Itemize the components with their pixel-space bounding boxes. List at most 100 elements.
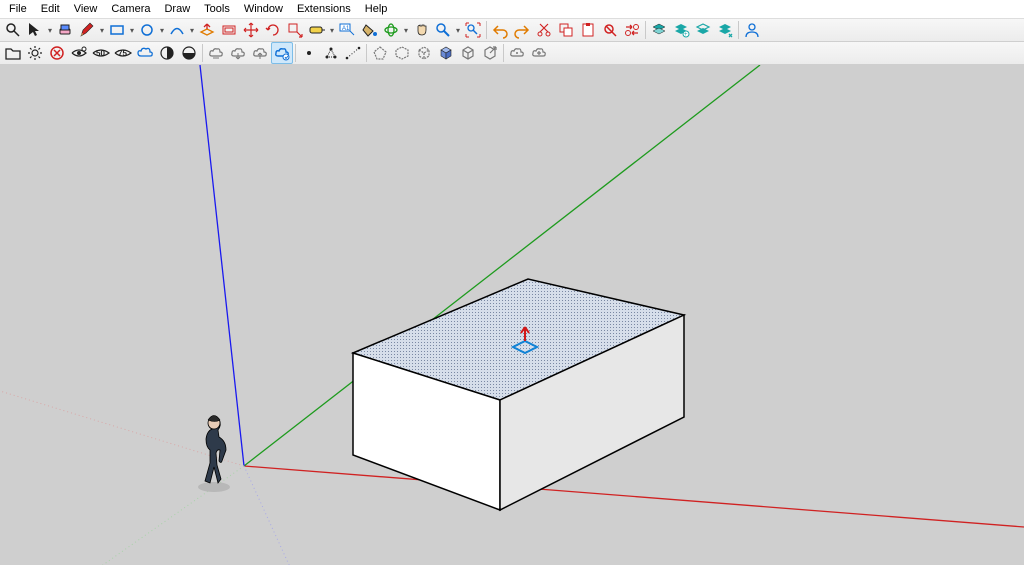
layers-c-button[interactable]: [692, 19, 714, 41]
cloud-2-button[interactable]: [227, 42, 249, 64]
arrow-box-button[interactable]: [479, 42, 501, 64]
offset-button[interactable]: [218, 19, 240, 41]
main-toolbar: ▾▾▾▾▾▾A1▾▾+: [0, 18, 1024, 42]
orbit-button[interactable]: [380, 19, 402, 41]
menu-extensions[interactable]: Extensions: [290, 2, 358, 16]
paint-bucket-button[interactable]: [358, 19, 380, 41]
dropdown-arrow-icon[interactable]: ▾: [402, 26, 410, 35]
cloud-b-icon: [530, 44, 548, 62]
axis-y-neg: [100, 466, 244, 565]
dot-button[interactable]: [298, 42, 320, 64]
arc-icon: [168, 21, 186, 39]
circle-button[interactable]: [136, 19, 158, 41]
dropdown-arrow-icon[interactable]: ▾: [188, 26, 196, 35]
cloud-3-icon: [251, 44, 269, 62]
paste-button[interactable]: [577, 19, 599, 41]
outline-pent-button[interactable]: [369, 42, 391, 64]
outline-hex-button[interactable]: [391, 42, 413, 64]
offset-icon: [220, 21, 238, 39]
cloud-selected-button[interactable]: [271, 42, 293, 64]
layers-a-button[interactable]: [648, 19, 670, 41]
pencil-icon: [78, 21, 96, 39]
circle-icon: [138, 21, 156, 39]
text-button[interactable]: A1: [336, 19, 358, 41]
dropdown-arrow-icon[interactable]: ▾: [46, 26, 54, 35]
zoom-extents-button[interactable]: [462, 19, 484, 41]
menu-window[interactable]: Window: [237, 2, 290, 16]
orbit-icon: [382, 21, 400, 39]
menu-bar: FileEditViewCameraDrawToolsWindowExtensi…: [0, 0, 1024, 18]
outline-cube-button[interactable]: [413, 42, 435, 64]
arc-button[interactable]: [166, 19, 188, 41]
dot-icon: [300, 44, 318, 62]
triangle-button[interactable]: [320, 42, 342, 64]
cloud-icon: [136, 44, 154, 62]
menu-camera[interactable]: Camera: [104, 2, 157, 16]
viewport-3d[interactable]: [0, 65, 1024, 565]
cloud-a-button[interactable]: [506, 42, 528, 64]
layers-b-icon: +: [672, 21, 690, 39]
tape-measure-icon: [308, 21, 326, 39]
layers-d-button[interactable]: [714, 19, 736, 41]
cloud-b-button[interactable]: [528, 42, 550, 64]
copy-button[interactable]: [555, 19, 577, 41]
circle-half-button[interactable]: [178, 42, 200, 64]
eraser-button[interactable]: [54, 19, 76, 41]
replace-button[interactable]: [621, 19, 643, 41]
rotate-button[interactable]: [262, 19, 284, 41]
menu-file[interactable]: File: [2, 2, 34, 16]
open-button[interactable]: [2, 42, 24, 64]
layers-b-button[interactable]: +: [670, 19, 692, 41]
search-button[interactable]: [2, 19, 24, 41]
menu-edit[interactable]: Edit: [34, 2, 67, 16]
push-pull-button[interactable]: [196, 19, 218, 41]
select-icon: [26, 21, 44, 39]
toolbar-separator: [486, 21, 487, 39]
outline-box-button[interactable]: [457, 42, 479, 64]
pencil-button[interactable]: [76, 19, 98, 41]
dropdown-arrow-icon[interactable]: ▾: [328, 26, 336, 35]
dropdown-arrow-icon[interactable]: ▾: [454, 26, 462, 35]
pan-button[interactable]: [410, 19, 432, 41]
cloud-3-button[interactable]: [249, 42, 271, 64]
redo-button[interactable]: [511, 19, 533, 41]
menu-help[interactable]: Help: [358, 2, 395, 16]
text-icon: A1: [338, 21, 356, 39]
menu-draw[interactable]: Draw: [157, 2, 197, 16]
axis-z-pos: [200, 65, 244, 466]
solid-cube-icon: [437, 44, 455, 62]
cloud-button[interactable]: [134, 42, 156, 64]
dropdown-arrow-icon[interactable]: ▾: [128, 26, 136, 35]
axis-z-neg: [244, 466, 290, 565]
dropdown-arrow-icon[interactable]: ▾: [158, 26, 166, 35]
rectangle-button[interactable]: [106, 19, 128, 41]
dropdown-arrow-icon[interactable]: ▾: [98, 26, 106, 35]
move-button[interactable]: [240, 19, 262, 41]
menu-view[interactable]: View: [67, 2, 105, 16]
menu-tools[interactable]: Tools: [197, 2, 237, 16]
dots-line-icon: [344, 44, 362, 62]
undo-button[interactable]: [489, 19, 511, 41]
tape-measure-button[interactable]: [306, 19, 328, 41]
eye-50-button[interactable]: 50: [90, 42, 112, 64]
layers-a-icon: [650, 21, 668, 39]
toolbar-separator: [295, 44, 296, 62]
zoom-button[interactable]: [432, 19, 454, 41]
user-button[interactable]: [741, 19, 763, 41]
model-box: [353, 279, 684, 510]
zoom-extents-icon: [464, 21, 482, 39]
contrast-button[interactable]: [156, 42, 178, 64]
cut-button[interactable]: [533, 19, 555, 41]
solid-cube-button[interactable]: [435, 42, 457, 64]
scale-button[interactable]: [284, 19, 306, 41]
eye-a-button[interactable]: [68, 42, 90, 64]
eye-75-button[interactable]: 75: [112, 42, 134, 64]
close-red-button[interactable]: [46, 42, 68, 64]
delete-button[interactable]: [599, 19, 621, 41]
triangle-icon: [322, 44, 340, 62]
close-red-icon: [48, 44, 66, 62]
settings-button[interactable]: [24, 42, 46, 64]
cloud-1-button[interactable]: [205, 42, 227, 64]
select-button[interactable]: [24, 19, 46, 41]
dots-line-button[interactable]: [342, 42, 364, 64]
